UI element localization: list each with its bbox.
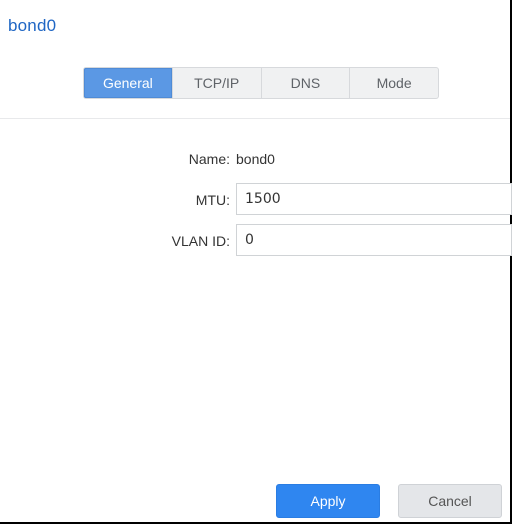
cancel-button[interactable]: Cancel (398, 484, 502, 518)
tab-bar: General TCP/IP DNS Mode (83, 67, 439, 99)
dialog-title: bond0 (8, 16, 57, 35)
mtu-label: MTU: (195, 192, 230, 208)
apply-button[interactable]: Apply (276, 484, 380, 518)
name-value: bond0 (236, 151, 275, 167)
vlan-id-label: VLAN ID: (171, 233, 230, 249)
vlan-id-input[interactable] (236, 224, 512, 256)
tab-tcp-ip[interactable]: TCP/IP (171, 68, 261, 98)
name-label: Name: (188, 151, 230, 167)
dialog-window: bond0 General TCP/IP DNS Mode Name: bond… (0, 0, 512, 524)
tab-mode[interactable]: Mode (349, 68, 438, 98)
tab-dns[interactable]: DNS (260, 68, 350, 98)
tab-general[interactable]: General (84, 68, 172, 98)
mtu-input[interactable] (236, 183, 512, 215)
tab-divider (0, 118, 510, 119)
